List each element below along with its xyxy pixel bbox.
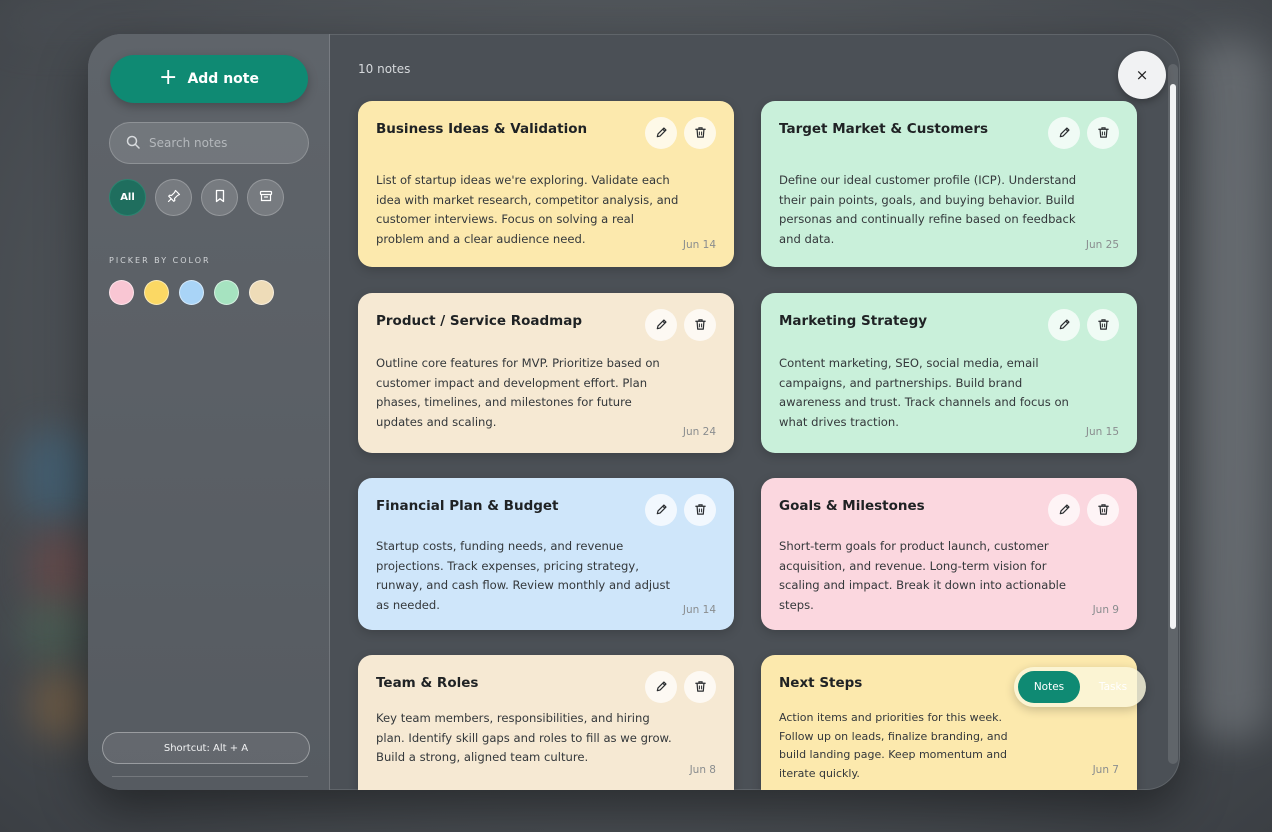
- note-body: Content marketing, SEO, social media, em…: [779, 356, 1069, 429]
- edit-button[interactable]: [1048, 309, 1080, 341]
- note-date: Jun 24: [682, 426, 716, 438]
- edit-button[interactable]: [645, 117, 677, 149]
- delete-button[interactable]: [1087, 309, 1119, 341]
- note-card[interactable]: Marketing Strategy Content marketing, SE…: [761, 293, 1137, 453]
- note-actions: [1048, 494, 1119, 526]
- delete-button[interactable]: [684, 671, 716, 703]
- edit-button[interactable]: [645, 494, 677, 526]
- note-date: Jun 8: [689, 764, 716, 776]
- shortcut-label: Shortcut: Alt + A: [163, 742, 249, 754]
- trash-icon: [694, 316, 707, 335]
- filter-bar: All: [109, 179, 284, 216]
- swatch-green[interactable]: [214, 280, 239, 305]
- bookmark-icon: [213, 189, 227, 206]
- note-card[interactable]: Target Market & Customers Define our ide…: [761, 101, 1137, 267]
- note-date: Jun 7: [1092, 764, 1119, 776]
- shortcut-hint: Shortcut: Alt + A: [102, 732, 310, 764]
- divider: [112, 776, 308, 777]
- filter-bookmarked-button[interactable]: [201, 179, 238, 216]
- note-date: Jun 14: [682, 604, 716, 616]
- delete-button[interactable]: [684, 117, 716, 149]
- edit-button[interactable]: [645, 671, 677, 703]
- note-body: List of startup ideas we're exploring. V…: [376, 173, 679, 246]
- note-body: Key team members, responsibilities, and …: [376, 711, 672, 764]
- note-date: Jun 9: [1092, 604, 1119, 616]
- pencil-icon: [655, 316, 668, 335]
- search-input[interactable]: [149, 136, 299, 150]
- note-card[interactable]: Product / Service Roadmap Outline core f…: [358, 293, 734, 453]
- notes-window: + Add note All: [88, 34, 1180, 790]
- note-actions: [645, 494, 716, 526]
- delete-button[interactable]: [1087, 494, 1119, 526]
- scrollbar-thumb[interactable]: [1170, 84, 1176, 629]
- pencil-icon: [655, 124, 668, 143]
- edit-button[interactable]: [1048, 117, 1080, 149]
- pencil-icon: [655, 501, 668, 520]
- note-date: Jun 15: [1085, 426, 1119, 438]
- edit-button[interactable]: [645, 309, 677, 341]
- note-actions: [645, 309, 716, 341]
- tasks-tab[interactable]: Tasks: [1084, 671, 1142, 703]
- filter-all-button[interactable]: All: [109, 179, 146, 216]
- note-actions: [1048, 117, 1119, 149]
- close-icon: ×: [1135, 66, 1149, 84]
- note-body: Startup costs, funding needs, and revenu…: [376, 539, 671, 612]
- notes-panel: 10 notes × Business Ideas & Validation L…: [330, 34, 1180, 790]
- pin-icon: [167, 189, 181, 206]
- color-picker-label: PICKER BY COLOR: [109, 256, 211, 265]
- trash-icon: [694, 124, 707, 143]
- note-body: Action items and priorities for this wee…: [779, 711, 1008, 780]
- note-date: Jun 25: [1085, 239, 1119, 251]
- edit-button[interactable]: [1048, 494, 1080, 526]
- swatch-pink[interactable]: [109, 280, 134, 305]
- notes-count: 10 notes: [358, 62, 411, 76]
- trash-icon: [1097, 501, 1110, 520]
- color-swatches: [109, 280, 274, 305]
- filter-all-label: All: [120, 192, 135, 203]
- note-actions: [645, 671, 716, 703]
- search-icon: [126, 134, 140, 153]
- note-card[interactable]: Financial Plan & Budget Startup costs, f…: [358, 478, 734, 630]
- pencil-icon: [1058, 501, 1071, 520]
- plus-icon: +: [159, 65, 178, 90]
- note-date: Jun 14: [682, 239, 716, 251]
- note-actions: [1048, 309, 1119, 341]
- swatch-blue[interactable]: [179, 280, 204, 305]
- trash-icon: [1097, 124, 1110, 143]
- trash-icon: [1097, 316, 1110, 335]
- pencil-icon: [1058, 316, 1071, 335]
- pencil-icon: [655, 678, 668, 697]
- scrollbar[interactable]: [1168, 64, 1178, 764]
- note-card[interactable]: Business Ideas & Validation List of star…: [358, 101, 734, 267]
- add-note-label: Add note: [187, 71, 259, 87]
- note-body: Define our ideal customer profile (ICP).…: [779, 173, 1077, 246]
- note-card[interactable]: Goals & Milestones Short-term goals for …: [761, 478, 1137, 630]
- pencil-icon: [1058, 124, 1071, 143]
- delete-button[interactable]: [684, 309, 716, 341]
- note-actions: [645, 117, 716, 149]
- swatch-yellow[interactable]: [144, 280, 169, 305]
- close-button[interactable]: ×: [1118, 51, 1166, 99]
- note-body: Short-term goals for product launch, cus…: [779, 539, 1067, 612]
- trash-icon: [694, 501, 707, 520]
- notes-tab[interactable]: Notes: [1018, 671, 1080, 703]
- trash-icon: [694, 678, 707, 697]
- add-note-button[interactable]: + Add note: [110, 55, 308, 103]
- delete-button[interactable]: [1087, 117, 1119, 149]
- archive-icon: [259, 189, 273, 206]
- filter-pinned-button[interactable]: [155, 179, 192, 216]
- delete-button[interactable]: [684, 494, 716, 526]
- filter-archived-button[interactable]: [247, 179, 284, 216]
- notes-tasks-toggle[interactable]: Notes Tasks: [1014, 667, 1146, 707]
- search-box[interactable]: [109, 122, 309, 164]
- sidebar: + Add note All: [88, 34, 330, 790]
- note-card[interactable]: Team & Roles Key team members, responsib…: [358, 655, 734, 790]
- note-body: Outline core features for MVP. Prioritiz…: [376, 356, 660, 429]
- swatch-beige[interactable]: [249, 280, 274, 305]
